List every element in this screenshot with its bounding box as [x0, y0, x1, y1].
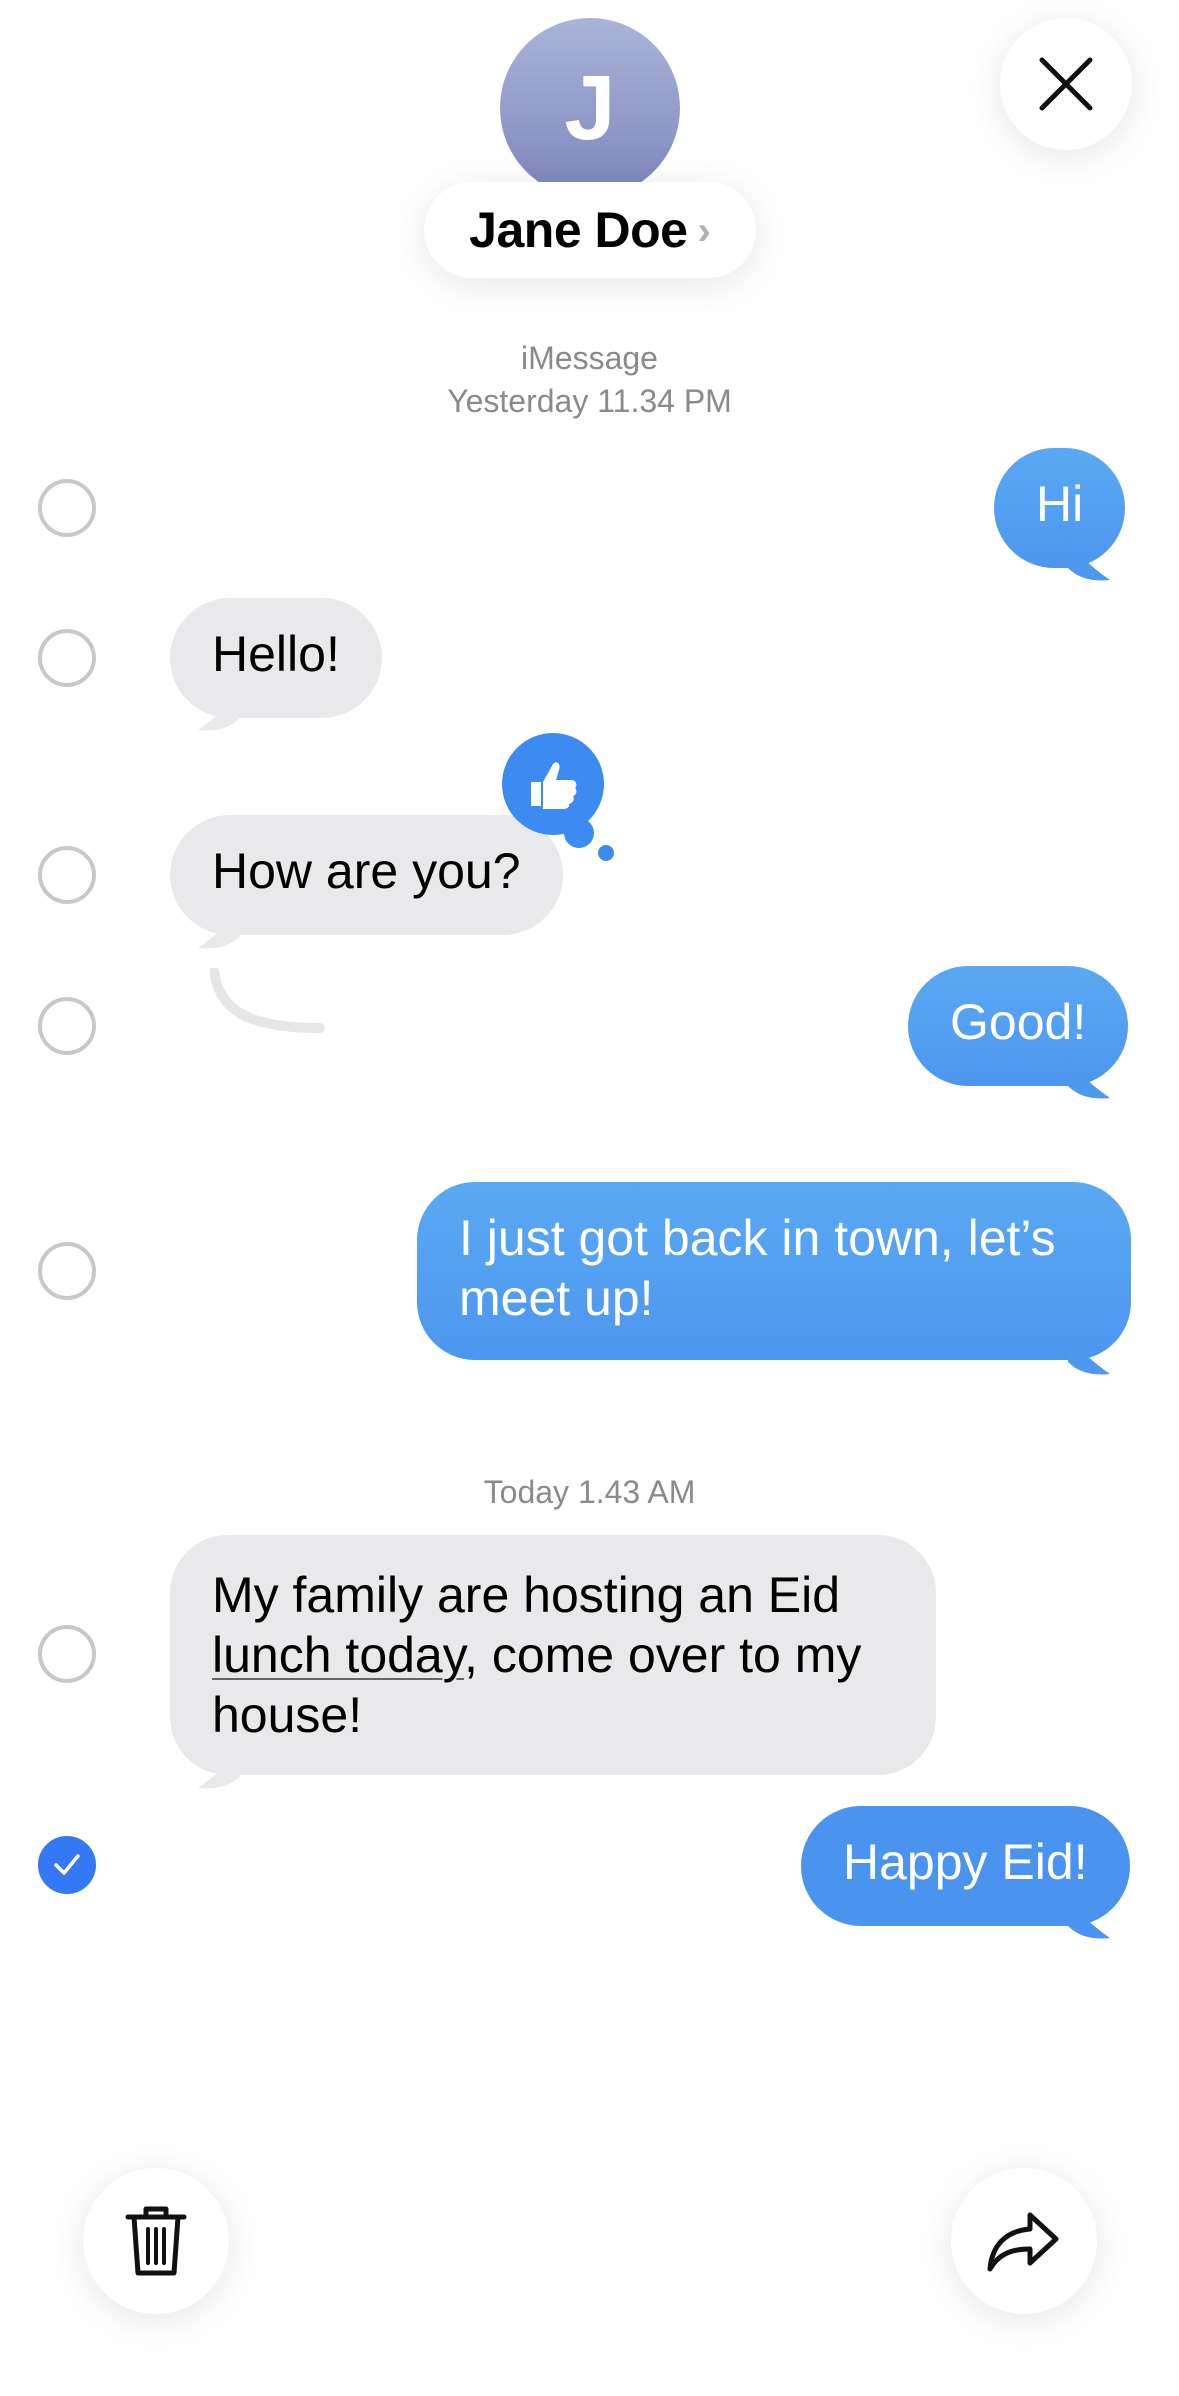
message-text: Hello! — [212, 626, 340, 682]
message-bubble-outgoing[interactable]: I just got back in town, let’s meet up! — [417, 1182, 1131, 1360]
bubble-tail — [1068, 1898, 1110, 1939]
tapback-reaction[interactable] — [502, 733, 604, 835]
select-circle[interactable] — [38, 846, 96, 904]
message-text: Hi — [1036, 476, 1084, 532]
forward-button[interactable] — [951, 2168, 1097, 2314]
timestamp-today: Today 1.43 AM — [483, 1474, 696, 1510]
reply-thread-line — [210, 968, 325, 1033]
select-circle[interactable] — [38, 997, 96, 1055]
thumbs-up-icon — [531, 762, 577, 809]
bubble-tail — [1068, 1334, 1110, 1375]
delete-button[interactable] — [83, 2168, 229, 2314]
message-text-line: My family are hosting an Eid — [212, 1567, 841, 1623]
detected-event-link[interactable]: lunch today — [212, 1627, 464, 1683]
message-text: How are you? — [212, 843, 521, 899]
select-circle-checked[interactable] — [38, 1836, 96, 1894]
message-text-line: lunch today, come over to my — [212, 1625, 894, 1685]
timestamp-yesterday: Yesterday 11.34 PM — [447, 383, 732, 419]
tapback-bubble-dot — [564, 818, 594, 848]
bubble-tail — [1068, 1058, 1110, 1099]
contact-avatar[interactable]: J — [500, 18, 680, 198]
contact-name-button[interactable]: Jane Doe › — [424, 182, 756, 278]
bubble-tail — [198, 1748, 240, 1789]
close-icon — [1039, 57, 1093, 111]
select-circle[interactable] — [38, 629, 96, 687]
message-bubble-incoming[interactable]: My family are hosting an Eid lunch today… — [170, 1535, 936, 1775]
close-button[interactable] — [1000, 18, 1132, 150]
contact-name: Jane Doe — [469, 202, 688, 258]
select-circle[interactable] — [38, 1242, 96, 1300]
tapback-bubble-dot — [598, 845, 614, 861]
select-circle[interactable] — [38, 479, 96, 537]
message-text-line: meet up! — [459, 1270, 654, 1326]
message-text: Good! — [950, 994, 1087, 1050]
bubble-tail — [198, 908, 240, 949]
message-text-fragment: , come over to my — [464, 1627, 862, 1683]
checkmark-icon — [54, 1854, 80, 1875]
share-arrow-icon — [987, 2212, 1059, 2272]
bubble-tail — [198, 690, 240, 731]
service-label: iMessage — [521, 340, 658, 376]
message-text-line: I just got back in town, let’s — [459, 1210, 1056, 1266]
message-text-line: house! — [212, 1687, 363, 1743]
select-circle[interactable] — [38, 1625, 96, 1683]
chevron-right-icon: › — [697, 208, 711, 253]
bubble-tail — [1068, 540, 1110, 581]
message-text: Happy Eid! — [843, 1834, 1088, 1890]
trash-icon — [125, 2206, 187, 2276]
avatar-initial: J — [564, 56, 616, 159]
